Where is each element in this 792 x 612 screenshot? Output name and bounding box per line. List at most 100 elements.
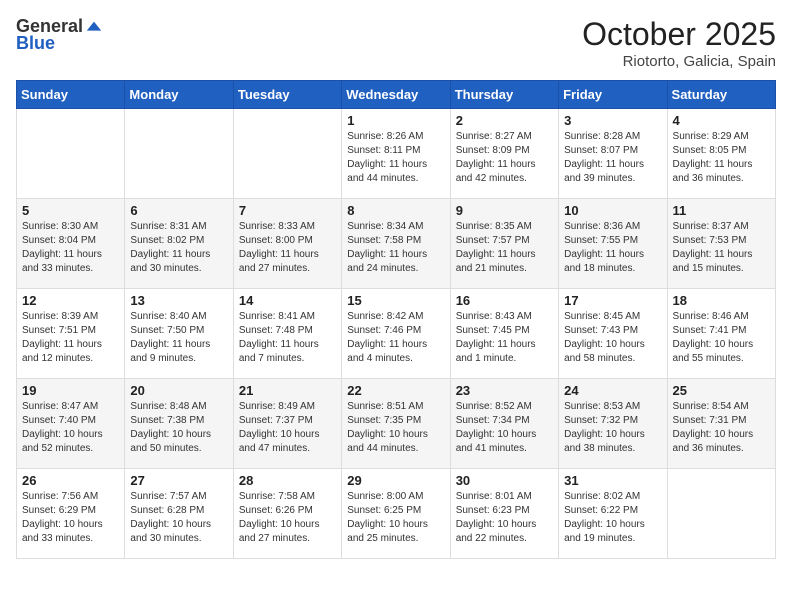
calendar-cell: 26 Sunrise: 7:56 AMSunset: 6:29 PMDayligh… (17, 469, 125, 559)
calendar-cell: 16 Sunrise: 8:43 AMSunset: 7:45 PMDayligh… (450, 289, 558, 379)
calendar-cell: 9Sunrise: 8:35 AMSunset: 7:57 PMDaylight… (450, 199, 558, 289)
day-info: Sunrise: 8:01 AMSunset: 6:23 PMDaylight:… (456, 490, 553, 546)
day-info: Sunrise: 8:41 AMSunset: 7:48 PMDaylight:… (239, 310, 336, 366)
day-number: 12 (22, 293, 119, 308)
calendar-cell: 18Sunrise: 8:46 AMSunset: 7:41 PMDayligh… (667, 289, 775, 379)
page-header: General Blue October 2025 Riotorto, Gali… (16, 16, 776, 70)
calendar-cell: 5Sunrise: 8:30 AMSunset: 8:04 PMDaylight… (17, 199, 125, 289)
calendar-cell: 7 Sunrise: 8:33 AMSunset: 8:00 PMDaylight… (233, 199, 341, 289)
day-info: Sunrise: 8:45 AMSunset: 7:43 PMDaylight:… (564, 310, 661, 366)
logo-icon (85, 18, 103, 36)
day-number: 29 (347, 473, 444, 488)
day-info: Sunrise: 8:31 AMSunset: 8:02 PMDaylight:… (130, 220, 227, 276)
day-number: 25 (673, 383, 770, 398)
day-number: 15 (347, 293, 444, 308)
calendar-table: SundayMondayTuesdayWednesdayThursdayFrid… (16, 80, 776, 559)
day-info: Sunrise: 8:51 AMSunset: 7:35 PMDaylight:… (347, 400, 444, 456)
calendar-cell: 8 Sunrise: 8:34 AMSunset: 7:58 PMDaylight… (342, 199, 450, 289)
day-info: Sunrise: 8:28 AMSunset: 8:07 PMDaylight:… (564, 130, 661, 186)
day-number: 26 (22, 473, 119, 488)
day-info: Sunrise: 8:40 AMSunset: 7:50 PMDaylight:… (130, 310, 227, 366)
day-number: 16 (456, 293, 553, 308)
day-info: Sunrise: 8:48 AMSunset: 7:38 PMDaylight:… (130, 400, 227, 456)
day-info: Sunrise: 8:49 AMSunset: 7:37 PMDaylight:… (239, 400, 336, 456)
day-info: Sunrise: 8:43 AMSunset: 7:45 PMDaylight:… (456, 310, 553, 366)
day-number: 14 (239, 293, 336, 308)
calendar-cell: 25 Sunrise: 8:54 AMSunset: 7:31 PMDayligh… (667, 379, 775, 469)
weekday-header-row: SundayMondayTuesdayWednesdayThursdayFrid… (17, 81, 776, 109)
day-number: 13 (130, 293, 227, 308)
day-info: Sunrise: 8:37 AMSunset: 7:53 PMDaylight:… (673, 220, 770, 276)
day-info: Sunrise: 7:56 AMSunset: 6:29 PMDaylight:… (22, 490, 119, 546)
calendar-week-row: 19 Sunrise: 8:47 AMSunset: 7:40 PMDayligh… (17, 379, 776, 469)
day-number: 11 (673, 203, 770, 218)
day-info: Sunrise: 8:00 AMSunset: 6:25 PMDaylight:… (347, 490, 444, 546)
title-block: October 2025 Riotorto, Galicia, Spain (582, 16, 776, 70)
calendar-cell: 30Sunrise: 8:01 AMSunset: 6:23 PMDayligh… (450, 469, 558, 559)
calendar-cell: 6 Sunrise: 8:31 AMSunset: 8:02 PMDaylight… (125, 199, 233, 289)
day-number: 6 (130, 203, 227, 218)
day-number: 21 (239, 383, 336, 398)
calendar-cell: 27 Sunrise: 7:57 AMSunset: 6:28 PMDayligh… (125, 469, 233, 559)
day-number: 3 (564, 113, 661, 128)
weekday-header: Sunday (17, 81, 125, 109)
calendar-week-row: 5Sunrise: 8:30 AMSunset: 8:04 PMDaylight… (17, 199, 776, 289)
day-info: Sunrise: 8:39 AMSunset: 7:51 PMDaylight:… (22, 310, 119, 366)
calendar-cell: 2 Sunrise: 8:27 AMSunset: 8:09 PMDaylight… (450, 109, 558, 199)
day-number: 27 (130, 473, 227, 488)
day-info: Sunrise: 7:57 AMSunset: 6:28 PMDaylight:… (130, 490, 227, 546)
calendar-cell: 23 Sunrise: 8:52 AMSunset: 7:34 PMDayligh… (450, 379, 558, 469)
location: Riotorto, Galicia, Spain (582, 53, 776, 70)
day-number: 4 (673, 113, 770, 128)
logo-blue: Blue (16, 33, 55, 54)
weekday-header: Saturday (667, 81, 775, 109)
day-number: 23 (456, 383, 553, 398)
calendar-cell: 31 Sunrise: 8:02 AMSunset: 6:22 PMDayligh… (559, 469, 667, 559)
calendar-cell: 4 Sunrise: 8:29 AMSunset: 8:05 PMDaylight… (667, 109, 775, 199)
day-info: Sunrise: 8:26 AMSunset: 8:11 PMDaylight:… (347, 130, 444, 186)
weekday-header: Tuesday (233, 81, 341, 109)
calendar-cell (667, 469, 775, 559)
day-number: 2 (456, 113, 553, 128)
day-number: 5 (22, 203, 119, 218)
day-info: Sunrise: 8:36 AMSunset: 7:55 PMDaylight:… (564, 220, 661, 276)
calendar-cell: 12 Sunrise: 8:39 AMSunset: 7:51 PMDayligh… (17, 289, 125, 379)
calendar-cell (125, 109, 233, 199)
calendar-cell: 1 Sunrise: 8:26 AMSunset: 8:11 PMDaylight… (342, 109, 450, 199)
calendar-cell (17, 109, 125, 199)
day-info: Sunrise: 8:29 AMSunset: 8:05 PMDaylight:… (673, 130, 770, 186)
calendar-cell: 11 Sunrise: 8:37 AMSunset: 7:53 PMDayligh… (667, 199, 775, 289)
month-year: October 2025 (582, 16, 776, 53)
logo: General Blue (16, 16, 103, 54)
day-number: 17 (564, 293, 661, 308)
calendar-cell: 20 Sunrise: 8:48 AMSunset: 7:38 PMDayligh… (125, 379, 233, 469)
calendar-week-row: 1 Sunrise: 8:26 AMSunset: 8:11 PMDaylight… (17, 109, 776, 199)
day-number: 20 (130, 383, 227, 398)
calendar-cell: 3 Sunrise: 8:28 AMSunset: 8:07 PMDaylight… (559, 109, 667, 199)
calendar-cell: 21 Sunrise: 8:49 AMSunset: 7:37 PMDayligh… (233, 379, 341, 469)
day-number: 10 (564, 203, 661, 218)
day-info: Sunrise: 8:02 AMSunset: 6:22 PMDaylight:… (564, 490, 661, 546)
day-info: Sunrise: 8:27 AMSunset: 8:09 PMDaylight:… (456, 130, 553, 186)
day-number: 7 (239, 203, 336, 218)
calendar-cell: 24Sunrise: 8:53 AMSunset: 7:32 PMDayligh… (559, 379, 667, 469)
day-number: 31 (564, 473, 661, 488)
calendar-cell: 22Sunrise: 8:51 AMSunset: 7:35 PMDayligh… (342, 379, 450, 469)
day-info: Sunrise: 8:34 AMSunset: 7:58 PMDaylight:… (347, 220, 444, 276)
day-info: Sunrise: 8:33 AMSunset: 8:00 PMDaylight:… (239, 220, 336, 276)
day-number: 1 (347, 113, 444, 128)
calendar-week-row: 26 Sunrise: 7:56 AMSunset: 6:29 PMDayligh… (17, 469, 776, 559)
calendar-cell: 15 Sunrise: 8:42 AMSunset: 7:46 PMDayligh… (342, 289, 450, 379)
day-info: Sunrise: 8:54 AMSunset: 7:31 PMDaylight:… (673, 400, 770, 456)
day-info: Sunrise: 8:42 AMSunset: 7:46 PMDaylight:… (347, 310, 444, 366)
calendar-cell: 28Sunrise: 7:58 AMSunset: 6:26 PMDayligh… (233, 469, 341, 559)
day-number: 28 (239, 473, 336, 488)
day-number: 19 (22, 383, 119, 398)
calendar-week-row: 12 Sunrise: 8:39 AMSunset: 7:51 PMDayligh… (17, 289, 776, 379)
day-number: 8 (347, 203, 444, 218)
weekday-header: Thursday (450, 81, 558, 109)
day-info: Sunrise: 8:52 AMSunset: 7:34 PMDaylight:… (456, 400, 553, 456)
day-info: Sunrise: 8:53 AMSunset: 7:32 PMDaylight:… (564, 400, 661, 456)
weekday-header: Friday (559, 81, 667, 109)
day-info: Sunrise: 8:47 AMSunset: 7:40 PMDaylight:… (22, 400, 119, 456)
